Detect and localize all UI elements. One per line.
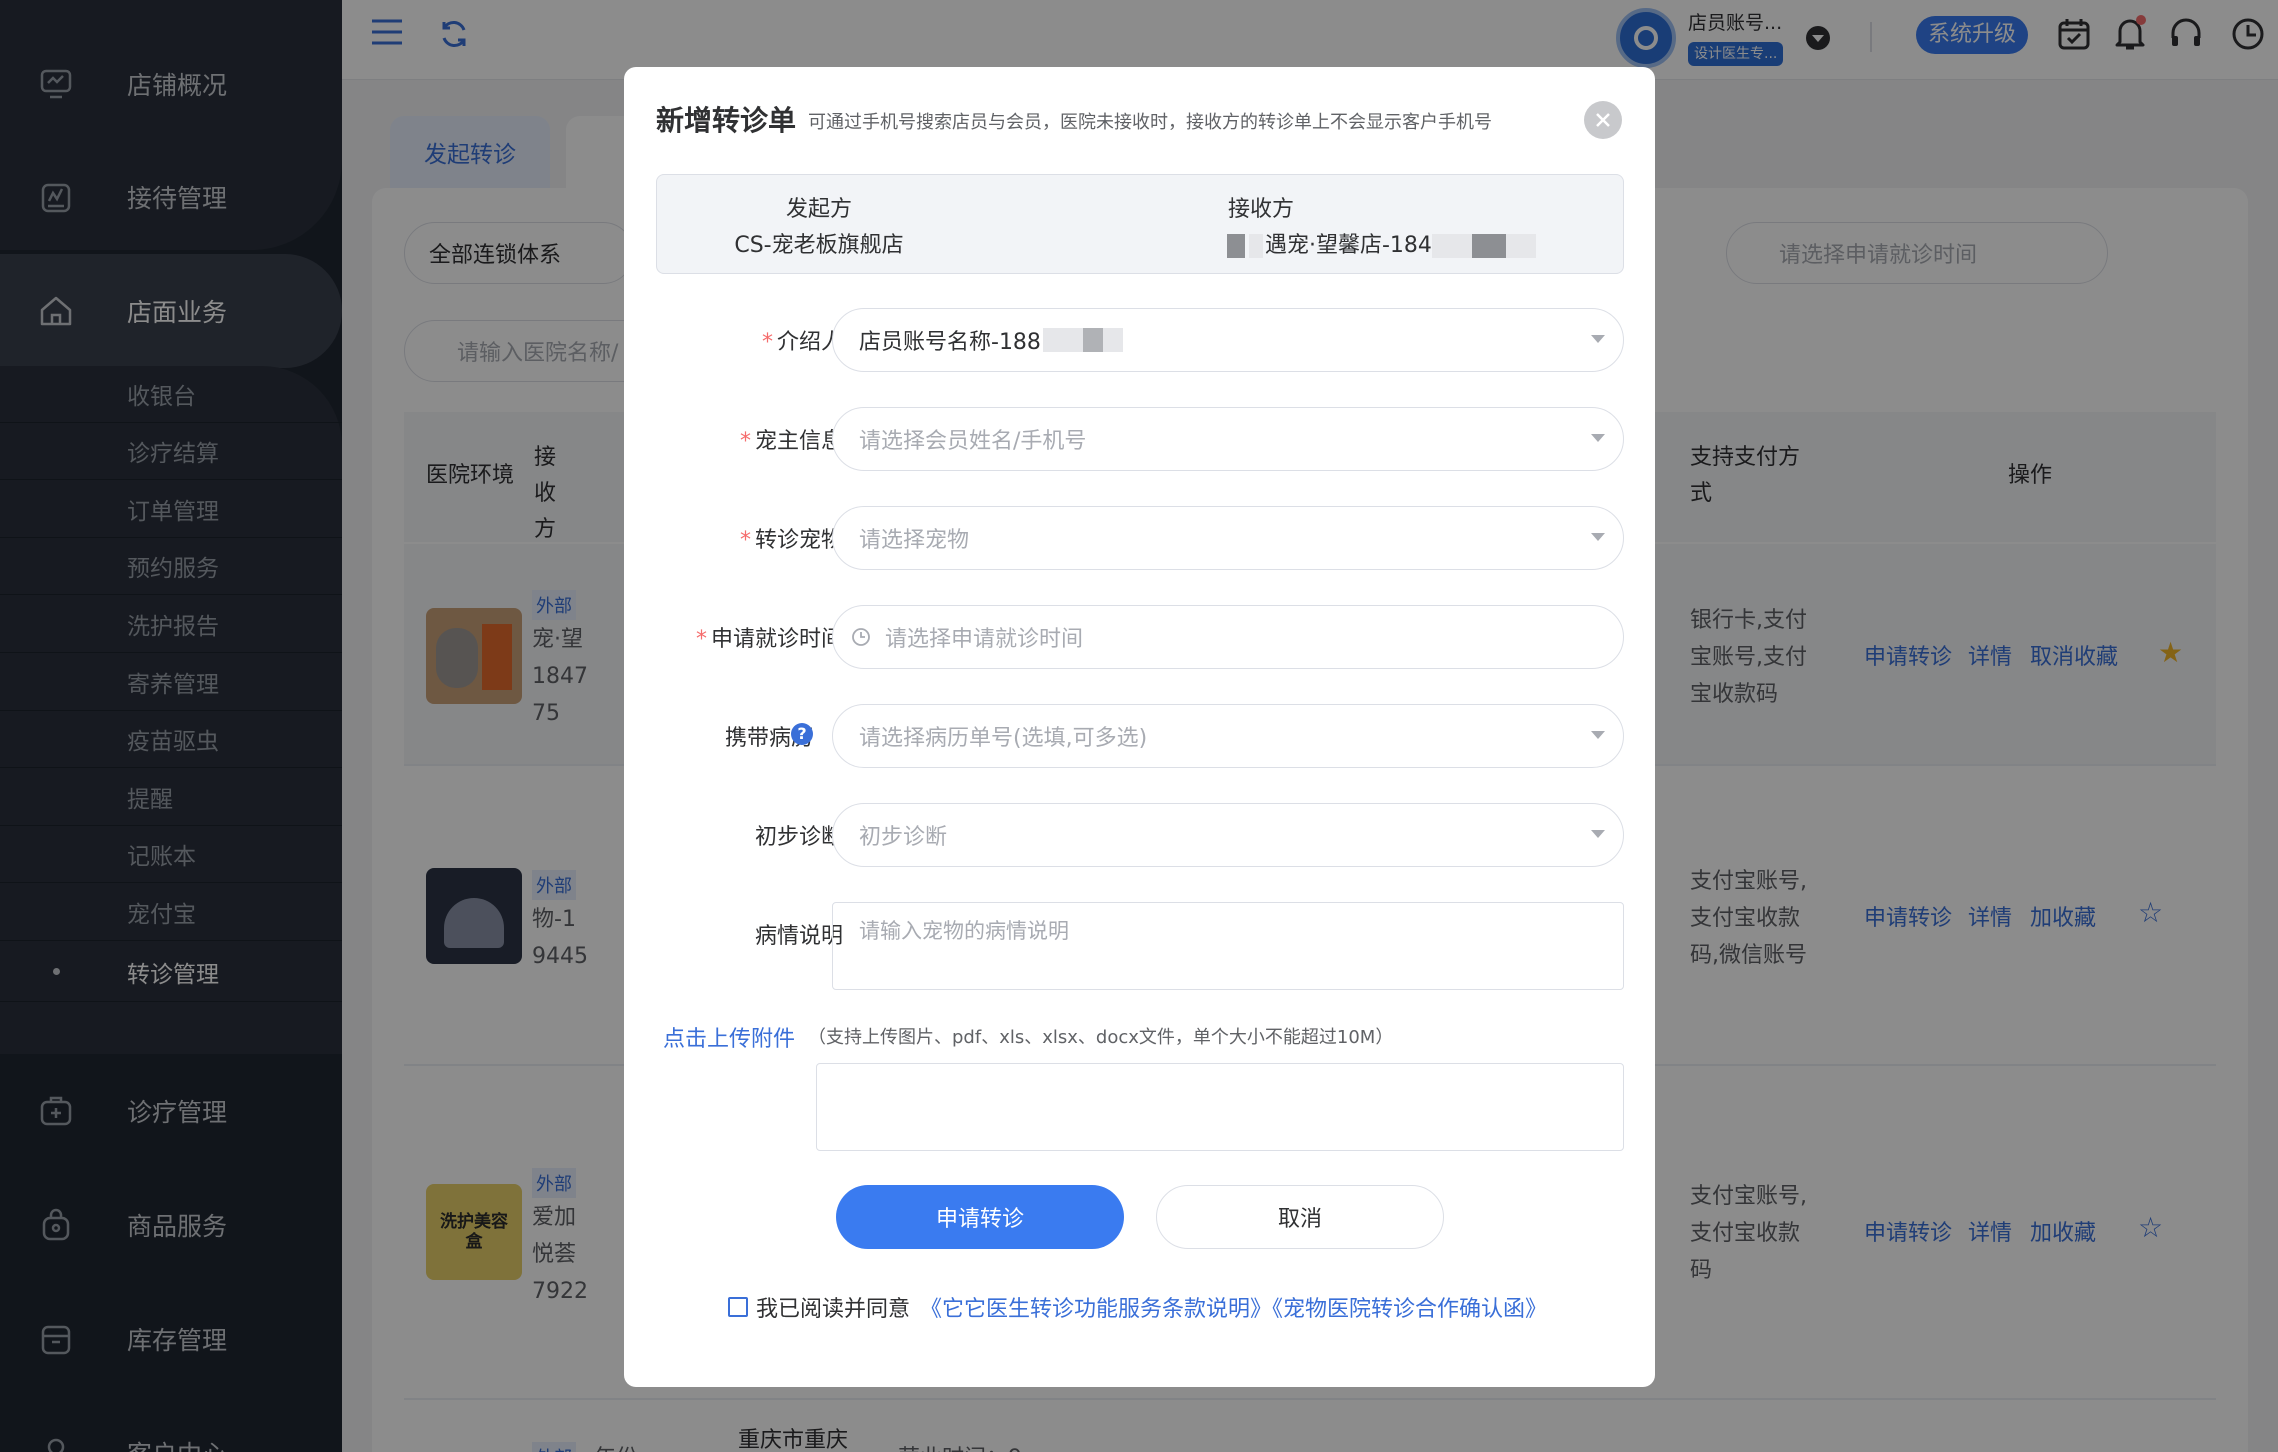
new-referral-dialog: 新增转诊单 可通过手机号搜索店员与会员，医院未接收时，接收方的转诊单上不会显示客… [624, 67, 1655, 1387]
condition-textarea[interactable]: 请输入宠物的病情说明 [832, 902, 1624, 990]
introducer-label: * 介绍人 [761, 330, 843, 355]
sender-label: 发起方 [785, 197, 852, 222]
owner-label: * 宠主信息 [739, 429, 843, 454]
submit-referral-button[interactable]: 申请转诊 [836, 1185, 1124, 1249]
chevron-down-icon [1591, 335, 1605, 343]
chevron-down-icon [1591, 830, 1605, 838]
submit-label: 申请转诊 [935, 1207, 1024, 1232]
diagnosis-label-text: 初步诊断 [754, 825, 843, 850]
time-placeholder: 请选择申请就诊时间 [885, 627, 1084, 652]
dialog-subtitle: 可通过手机号搜索店员与会员，医院未接收时，接收方的转诊单上不会显示客户手机号 [808, 112, 1492, 133]
condition-placeholder: 请输入宠物的病情说明 [859, 919, 1069, 943]
introducer-value: 店员账号名称-188 [859, 330, 1041, 355]
cancel-label: 取消 [1277, 1207, 1322, 1232]
close-icon [1596, 113, 1610, 127]
dialog-title: 新增转诊单 [656, 104, 797, 137]
sender-value: CS-宠老板旗舰店 [734, 233, 904, 258]
owner-placeholder: 请选择会员姓名/手机号 [859, 429, 1087, 454]
time-label: * 申请就诊时间 [695, 627, 843, 652]
receiver-value: 遇宠·望馨店-184 [1227, 227, 1536, 259]
owner-select[interactable]: 请选择会员姓名/手机号 [832, 407, 1624, 471]
diagnosis-placeholder: 初步诊断 [859, 825, 948, 850]
agreement-link[interactable]: 《它它医生转诊功能服务条款说明》《宠物医院转诊合作确认函》 [920, 1291, 1547, 1323]
condition-label: 病情说明 [755, 918, 843, 950]
attachment-area[interactable] [816, 1063, 1624, 1151]
introducer-select[interactable]: 店员账号名称-188 [832, 308, 1624, 372]
agree-checkbox[interactable] [728, 1297, 748, 1317]
visit-time-picker[interactable]: 请选择申请就诊时间 [832, 605, 1624, 669]
pet-select[interactable]: 请选择宠物 [832, 506, 1624, 570]
receiver-text: 遇宠·望馨店-184 [1265, 233, 1432, 258]
diagnosis-select[interactable]: 初步诊断 [832, 803, 1624, 867]
time-label-text: 申请就诊时间 [710, 627, 843, 652]
chevron-down-icon [1591, 731, 1605, 739]
cancel-button[interactable]: 取消 [1156, 1185, 1444, 1249]
pet-label-text: 转诊宠物 [754, 528, 843, 553]
clock-icon [852, 628, 870, 646]
help-icon[interactable]: ? [791, 723, 813, 745]
record-placeholder: 请选择病历单号(选填,可多选) [859, 726, 1148, 751]
record-select[interactable]: 请选择病历单号(选填,可多选) [832, 704, 1624, 768]
close-button[interactable] [1584, 101, 1622, 139]
receiver-label: 接收方 [1227, 197, 1294, 222]
pet-placeholder: 请选择宠物 [859, 528, 970, 553]
condition-label-text: 病情说明 [754, 924, 843, 949]
upload-link[interactable]: 点击上传附件 [663, 1021, 795, 1053]
pet-label: * 转诊宠物 [739, 528, 843, 553]
chevron-down-icon [1591, 434, 1605, 442]
agree-text: 我已阅读并同意 [756, 1297, 911, 1322]
parties-box: 发起方 CS-宠老板旗舰店 接收方 遇宠·望馨店-184 [656, 174, 1624, 274]
owner-label-text: 宠主信息 [754, 429, 843, 454]
diagnosis-label: 初步诊断 [755, 819, 843, 851]
chevron-down-icon [1591, 533, 1605, 541]
upload-hint: （支持上传图片、pdf、xls、xlsx、docx文件，单个大小不能超过10M） [808, 1027, 1394, 1048]
